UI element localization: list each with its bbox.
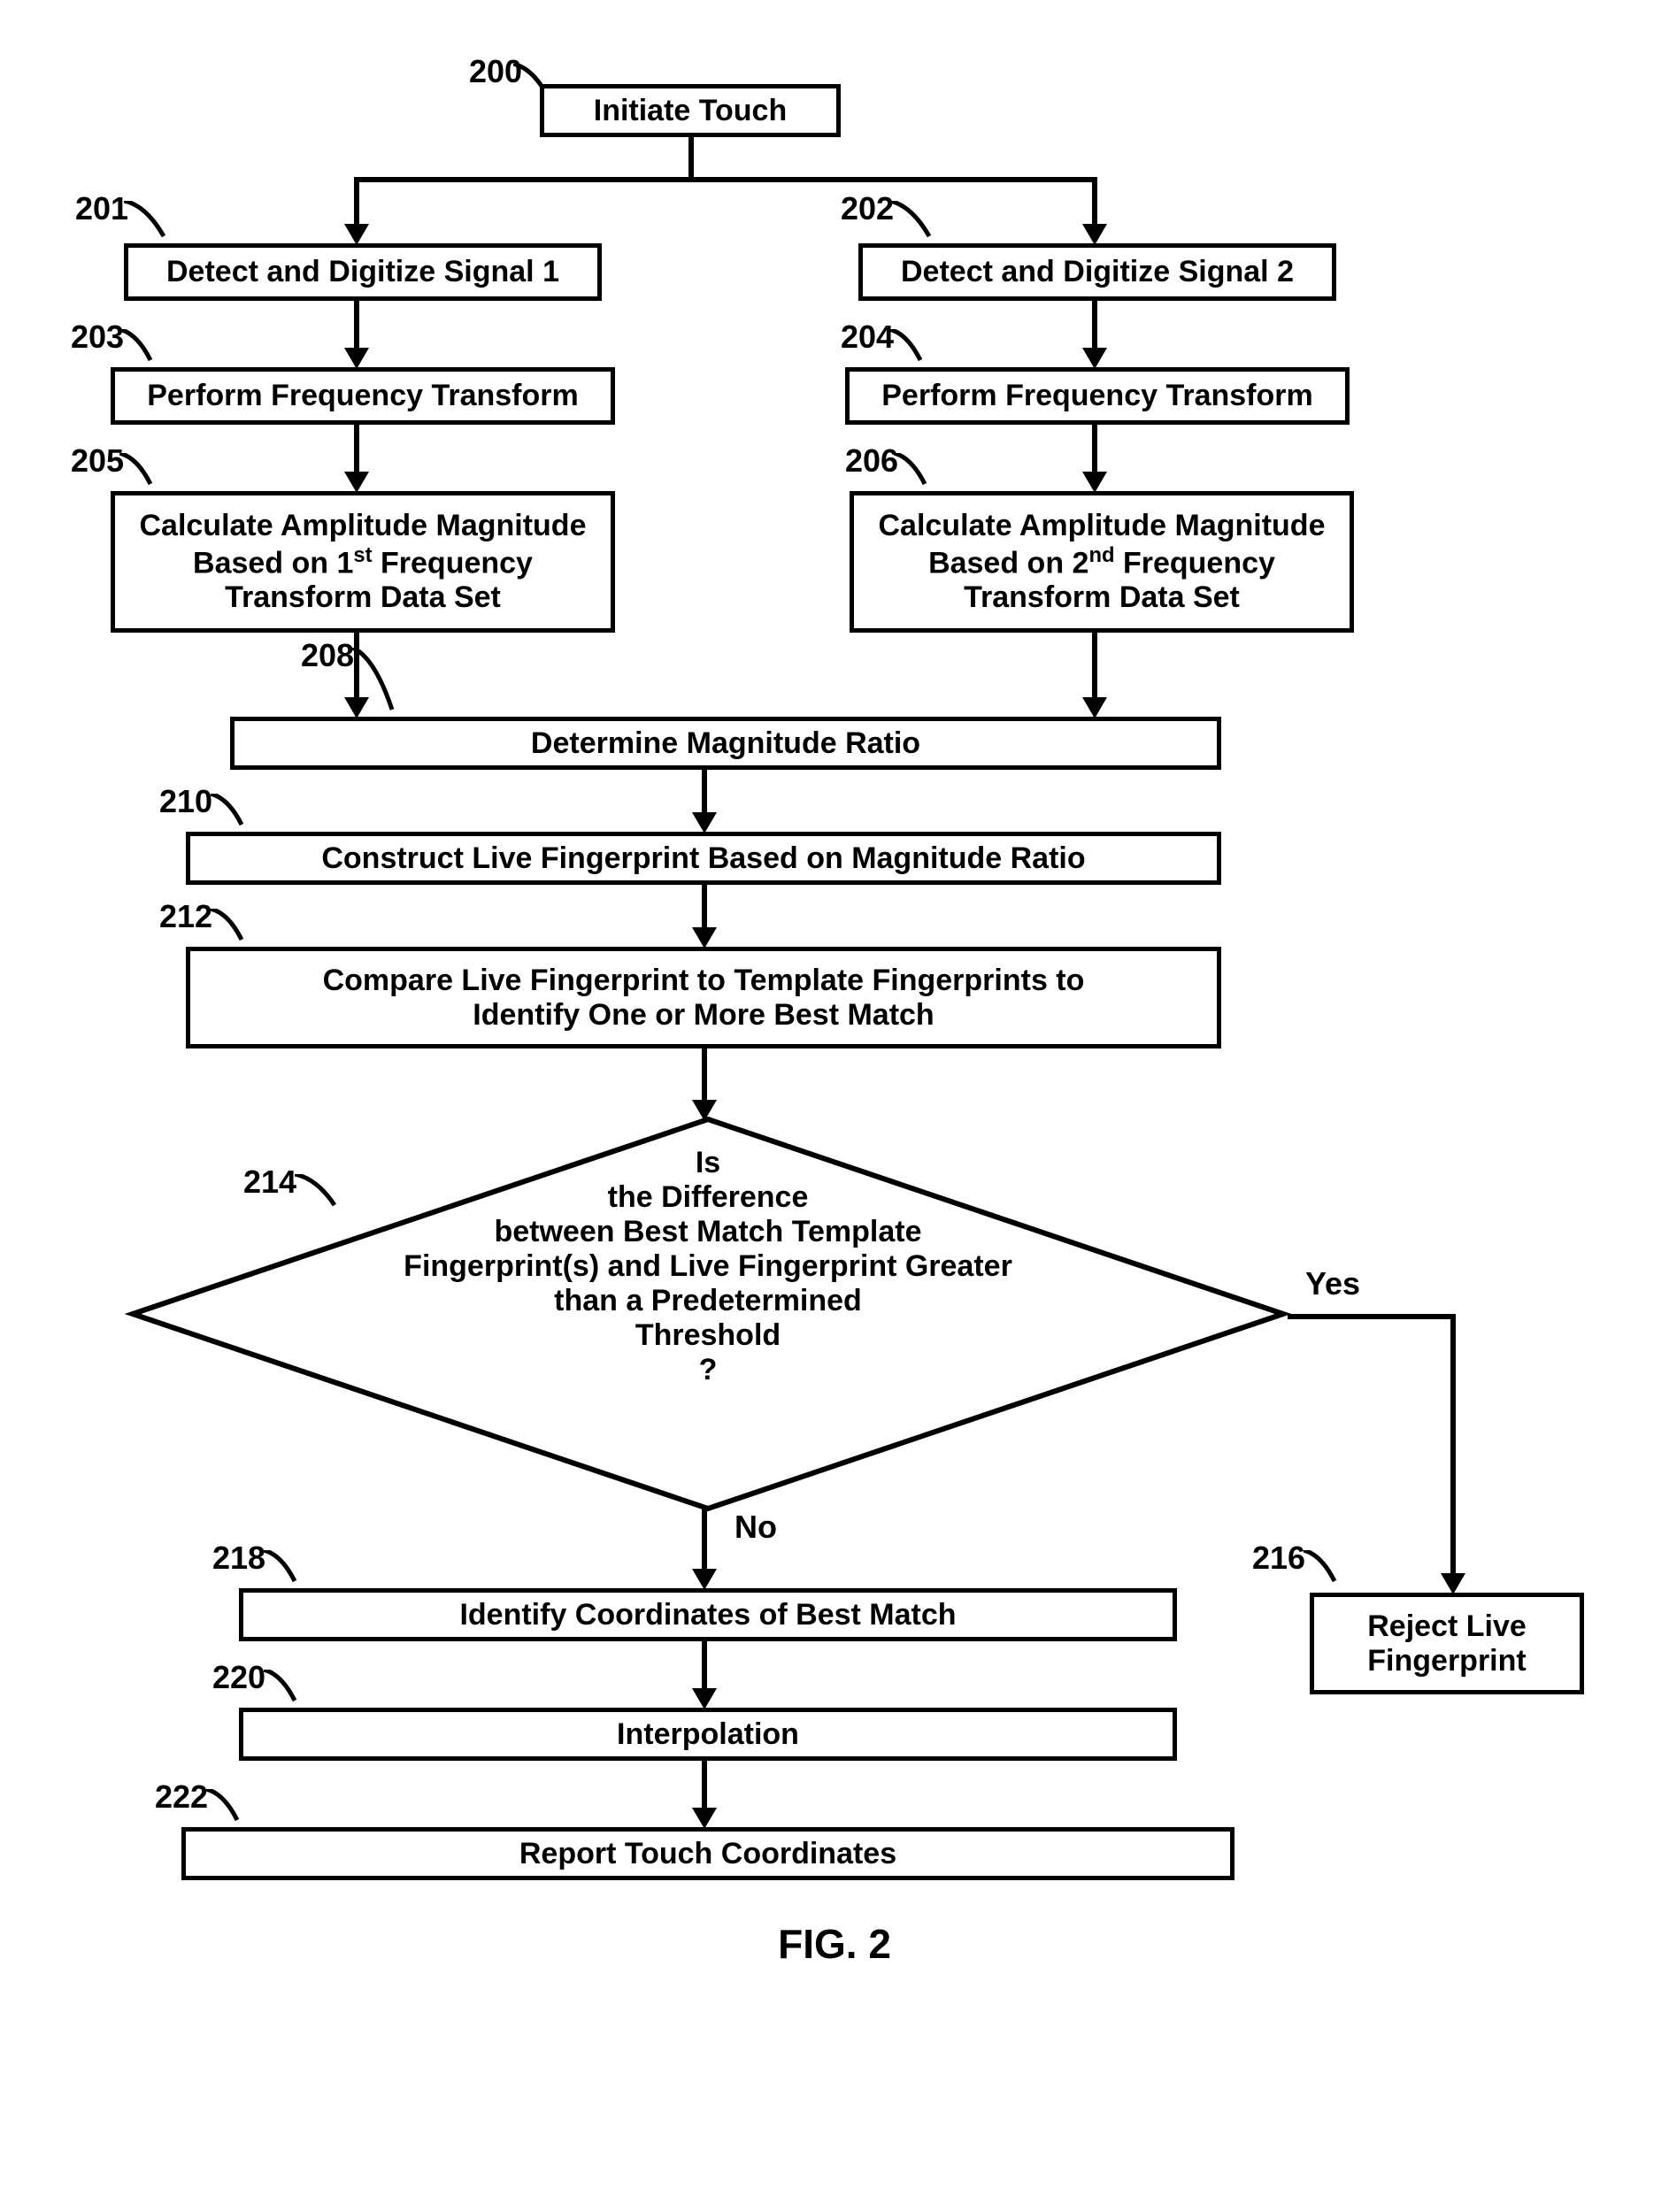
label-connector-204	[889, 329, 925, 365]
box-freq-transform-1: Perform Frequency Transform	[111, 367, 615, 425]
box-identify-coords: Identify Coordinates of Best Match	[239, 1588, 1177, 1641]
label-201: 201	[75, 190, 128, 227]
label-connector-205	[119, 453, 155, 488]
label-connector-222	[206, 1789, 242, 1824]
label-connector-220	[264, 1670, 299, 1705]
label-connector-210	[211, 794, 246, 829]
label-connector-208	[352, 648, 396, 714]
yes-label: Yes	[1305, 1265, 1360, 1302]
box-detect-signal-1: Detect and Digitize Signal 1	[124, 243, 602, 301]
label-216: 216	[1252, 1540, 1305, 1577]
box-freq-transform-2: Perform Frequency Transform	[845, 367, 1350, 425]
no-label: No	[735, 1509, 777, 1546]
label-218: 218	[212, 1540, 265, 1577]
decision-text: Is the Difference between Best Match Tem…	[389, 1146, 1027, 1387]
box-compare-fingerprint: Compare Live Fingerprint to Template Fin…	[186, 947, 1221, 1048]
label-connector-216	[1304, 1550, 1339, 1586]
figure-title: FIG. 2	[71, 1920, 1598, 1968]
label-222: 222	[155, 1778, 208, 1816]
box-magnitude-ratio: Determine Magnitude Ratio	[230, 717, 1221, 770]
label-connector-202	[889, 201, 934, 241]
box-calc-amplitude-2: Calculate Amplitude Magnitude Based on 2…	[850, 491, 1354, 633]
box-construct-fingerprint: Construct Live Fingerprint Based on Magn…	[186, 832, 1221, 885]
label-208: 208	[301, 637, 354, 674]
box-detect-signal-2: Detect and Digitize Signal 2	[858, 243, 1336, 301]
label-205: 205	[71, 442, 124, 480]
label-connector-201	[124, 201, 168, 241]
label-connector-212	[211, 909, 246, 944]
label-202: 202	[841, 190, 894, 227]
label-204: 204	[841, 319, 894, 356]
box-interpolation: Interpolation	[239, 1708, 1177, 1761]
label-212: 212	[159, 898, 212, 935]
label-220: 220	[212, 1659, 265, 1696]
flowchart-container: 200 Initiate Touch 201 Detect and Digiti…	[71, 53, 1598, 2159]
label-connector-203	[119, 329, 155, 365]
label-210: 210	[159, 783, 212, 820]
label-206: 206	[845, 442, 898, 480]
box-report-coords: Report Touch Coordinates	[181, 1827, 1234, 1880]
label-connector-218	[264, 1550, 299, 1586]
box-calc-amplitude-1: Calculate Amplitude Magnitude Based on 1…	[111, 491, 615, 633]
label-203: 203	[71, 319, 124, 356]
box-reject: Reject Live Fingerprint	[1310, 1593, 1584, 1694]
label-connector-206	[894, 453, 929, 488]
box-initiate-touch: Initiate Touch	[540, 84, 841, 137]
